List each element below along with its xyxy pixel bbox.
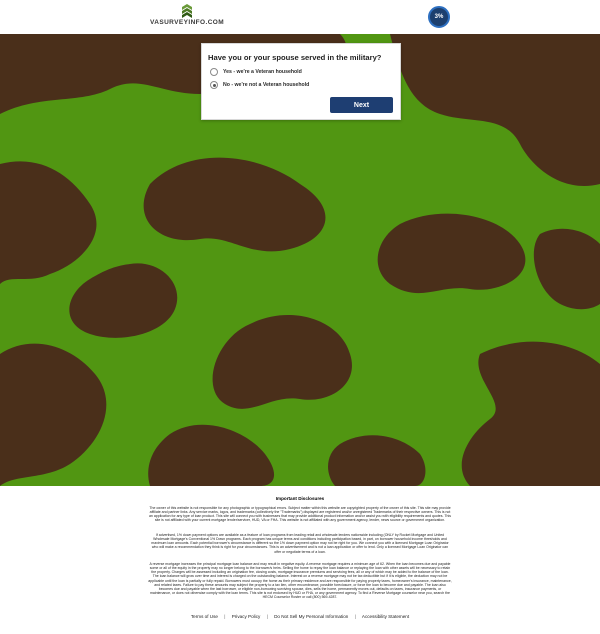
site-header: VASURVEYINFO.COM 3%: [0, 0, 600, 34]
question-card: Have you or your spouse served in the mi…: [201, 43, 401, 120]
option-no-label: No - we're not a Veteran household: [223, 82, 310, 88]
question-title: Have you or your spouse served in the mi…: [208, 53, 382, 62]
disclosures-footer: Important Disclosures The owner of this …: [0, 486, 600, 634]
option-no-veteran[interactable]: No - we're not a Veteran household: [210, 81, 309, 89]
progress-percent: 3%: [434, 14, 444, 20]
disclosures-title: Important Disclosures: [275, 496, 325, 501]
disclosure-paragraph-3: A reverse mortgage increases the princip…: [148, 562, 452, 600]
next-button[interactable]: Next: [330, 97, 393, 113]
link-separator: |: [266, 614, 268, 619]
radio-yes[interactable]: [210, 68, 218, 76]
footer-links: Terms of Use | Privacy Policy | Do Not S…: [0, 614, 600, 619]
do-not-sell-link[interactable]: Do Not Sell My Personal Information: [274, 614, 348, 619]
disclosure-paragraph-2: If advertised, 1% down payment options a…: [151, 533, 449, 554]
privacy-policy-link[interactable]: Privacy Policy: [232, 614, 261, 619]
link-separator: |: [354, 614, 356, 619]
site-logo[interactable]: VASURVEYINFO.COM: [150, 4, 224, 26]
chevron-rank-icon: [182, 4, 193, 18]
progress-indicator: 3%: [428, 6, 450, 28]
option-yes-veteran[interactable]: Yes - we're a Veteran household: [210, 68, 302, 76]
radio-no[interactable]: [210, 81, 218, 89]
accessibility-statement-link[interactable]: Accessibility Statement: [362, 614, 409, 619]
terms-of-use-link[interactable]: Terms of Use: [191, 614, 218, 619]
option-yes-label: Yes - we're a Veteran household: [223, 69, 302, 75]
link-separator: |: [224, 614, 226, 619]
logo-text: VASURVEYINFO.COM: [150, 19, 225, 26]
disclosure-paragraph-1: The owner of this website is not respons…: [148, 506, 451, 523]
